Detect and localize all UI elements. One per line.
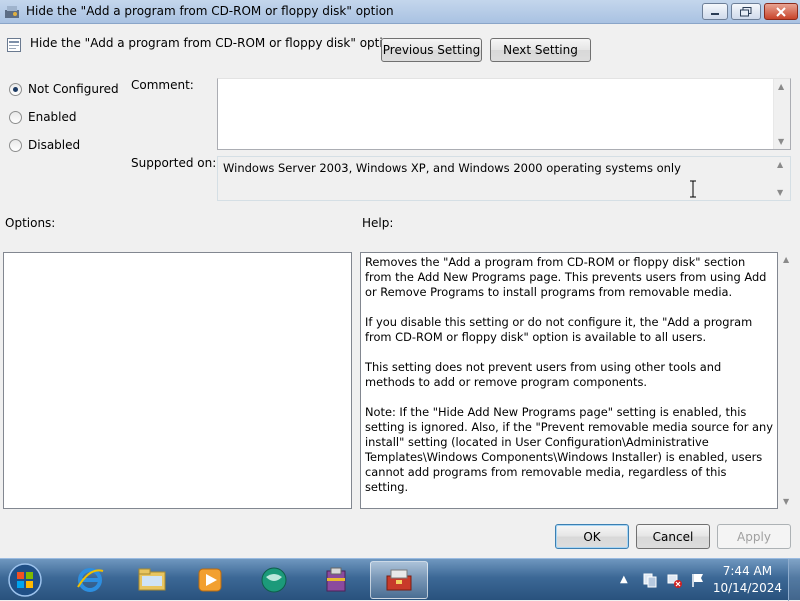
radio-not-configured[interactable]: Not Configured [9,82,119,96]
supported-on-field: Windows Server 2003, Windows XP, and Win… [217,156,791,201]
taskbar-item-explorer[interactable] [124,561,180,599]
radio-label: Not Configured [28,82,119,96]
system-clock[interactable]: 7:44 AM 10/14/2024 [713,563,782,597]
network-globe-icon [261,567,287,593]
close-button[interactable] [764,3,798,20]
close-icon [776,6,786,17]
comment-scrollbar[interactable]: ▲ ▼ [773,79,790,149]
options-label: Options: [5,216,56,230]
scroll-down-icon: ▼ [778,137,785,146]
radio-label: Disabled [28,138,81,152]
help-scrollbar[interactable]: ▲ ▼ [779,252,796,509]
window-titlebar: Hide the "Add a program from CD-ROM or f… [0,0,800,24]
show-desktop-button[interactable] [788,559,800,601]
restore-icon [740,6,752,16]
taskbar: ▲ 7:44 AM 10/14/2024 [0,558,800,601]
file-explorer-icon [138,568,166,591]
supported-on-scrollbar[interactable]: ▲ ▼ [773,157,790,200]
supported-on-label: Supported on: [131,156,217,170]
taskbar-item-group-policy[interactable] [370,561,428,599]
group-policy-icon [386,569,412,591]
comment-field[interactable]: ▲ ▼ [217,78,791,150]
clock-date: 10/14/2024 [712,581,782,595]
previous-setting-button[interactable]: Previous Setting [381,38,482,62]
action-center-icon[interactable] [642,572,658,588]
network-disconnected-icon[interactable] [666,572,682,588]
maximize-button[interactable] [731,3,761,20]
clock-time: 7:44 AM [722,564,773,578]
minimize-button[interactable] [702,3,728,20]
text-cursor-icon [690,180,696,198]
scroll-down-icon: ▼ [783,497,790,506]
help-label: Help: [362,216,394,230]
taskbar-item-internet-explorer[interactable] [62,561,118,599]
taskbar-item-media-player[interactable] [182,561,238,599]
supported-on-value: Windows Server 2003, Windows XP, and Win… [223,161,681,175]
help-paragraph: Note: If the "Hide Add New Programs page… [365,405,773,494]
start-button[interactable] [0,561,50,599]
comment-label: Comment: [131,78,194,92]
taskbar-item-archive-tool[interactable] [308,561,364,599]
media-player-icon [198,568,222,592]
radio-button[interactable] [9,110,22,124]
help-panel: Removes the "Add a program from CD-ROM o… [360,252,778,509]
window-title: Hide the "Add a program from CD-ROM or f… [26,4,394,18]
next-setting-button[interactable]: Next Setting [490,38,591,62]
radio-label: Enabled [28,110,77,124]
start-orb-icon [8,563,42,597]
help-paragraph: Removes the "Add a program from CD-ROM o… [365,255,767,299]
options-panel [3,252,352,509]
apply-button[interactable]: Apply [717,524,791,549]
ok-button[interactable]: OK [555,524,629,549]
taskbar-item-network[interactable] [246,561,302,599]
setting-name: Hide the "Add a program from CD-ROM or f… [30,36,398,50]
policy-setting-icon [7,38,21,52]
scroll-up-icon: ▲ [778,82,785,91]
show-hidden-icons-icon[interactable]: ▲ [620,574,636,590]
comment-value [218,79,790,85]
radio-button[interactable] [9,138,22,152]
scroll-up-icon: ▲ [777,160,784,169]
radio-disabled[interactable]: Disabled [9,138,80,152]
radio-enabled[interactable]: Enabled [9,110,77,124]
help-paragraph: If you disable this setting or do not co… [365,315,753,344]
group-policy-app-icon [5,6,19,18]
help-paragraph: This setting does not prevent users from… [365,360,722,389]
minimize-icon [711,12,719,15]
radio-button[interactable] [9,82,22,96]
flag-icon[interactable] [690,572,706,588]
internet-explorer-icon [77,568,104,592]
scroll-up-icon: ▲ [783,255,790,264]
scroll-down-icon: ▼ [777,188,784,197]
archive-tool-icon [326,567,346,592]
cancel-button[interactable]: Cancel [636,524,710,549]
